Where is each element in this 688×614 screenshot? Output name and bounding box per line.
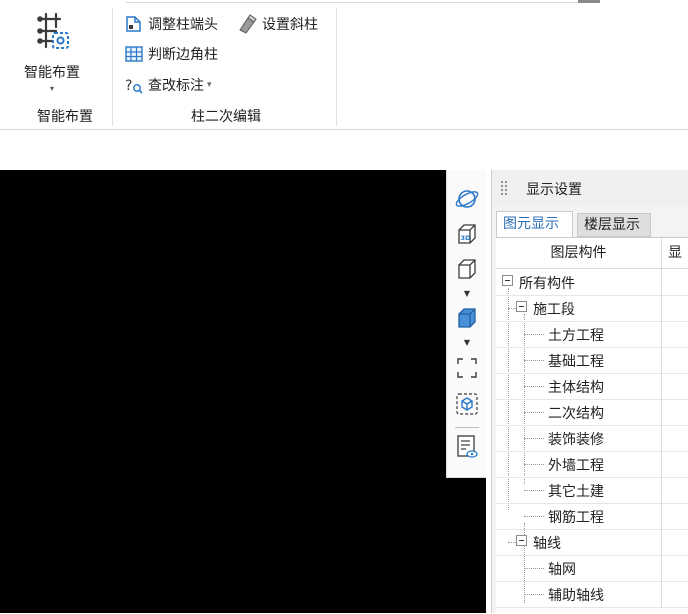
tree-row-label: 施工段 (533, 302, 575, 318)
isometric-icon (456, 393, 478, 415)
tree-connector (508, 308, 516, 309)
set-inclined-column-label: 设置斜柱 (262, 17, 318, 33)
3d-view-button[interactable]: 3D (447, 219, 487, 249)
column-header-layer: 图层构件 (496, 238, 662, 268)
tree-row[interactable]: 辅助轴线 (496, 581, 688, 608)
tree-row[interactable]: 施工段 (496, 295, 688, 322)
display-settings-panel: 显示设置 图元显示 楼层显示 图层构件 显 所有构件 施工段 土方工程 基础工程… (491, 170, 688, 614)
check-annotation-label: 查改标注 (148, 78, 204, 94)
set-inclined-column-button[interactable]: 设置斜柱 (236, 13, 318, 35)
table-header: 图层构件 显 (496, 238, 688, 269)
check-annotation-button[interactable]: ? 查改标注 ▾ (124, 74, 212, 96)
tree-row[interactable]: 其它土建 (496, 477, 688, 504)
adjust-column-end-button[interactable]: 调整柱端头 (124, 13, 218, 35)
tree-row[interactable]: 土方工程 (496, 321, 688, 348)
smart-layout-icon (37, 12, 69, 49)
orbit-button[interactable] (447, 184, 487, 214)
panel-title: 显示设置 (526, 182, 582, 198)
tree-connector (508, 542, 516, 543)
drag-grip-icon[interactable] (500, 180, 508, 196)
solid-box-button[interactable] (447, 303, 487, 333)
drawing-viewport[interactable] (0, 170, 486, 613)
tree-connector (524, 490, 544, 491)
smart-layout-label: 智能布置 (24, 65, 80, 81)
group-separator (336, 8, 337, 126)
collapse-toggle-icon[interactable] (516, 301, 527, 312)
panel-header: 显示设置 (492, 170, 688, 206)
judge-corner-column-button[interactable]: 判断边角柱 (124, 43, 218, 65)
box-view-dropdown-icon[interactable]: ▼ (447, 289, 487, 299)
view-toolbar: 3D ▼ ▼ (446, 170, 486, 478)
tree-connector (524, 386, 544, 387)
judge-corner-column-label: 判断边角柱 (148, 47, 218, 63)
collapse-toggle-icon[interactable] (516, 535, 527, 546)
smart-layout-dropdown-arrow[interactable]: ▾ (50, 84, 54, 93)
tree-row-label: 装饰装修 (548, 432, 604, 448)
tree-connector (524, 438, 544, 439)
tree-connector (524, 594, 544, 595)
box-view-button[interactable] (447, 254, 487, 284)
tree-row-label: 轴线 (533, 536, 561, 552)
tree-connector (524, 568, 544, 569)
column-header-display: 显 (668, 245, 682, 261)
column-edit-group-label: 柱二次编辑 (191, 109, 261, 125)
toolbar-separator (455, 427, 479, 428)
smart-layout-group-label: 智能布置 (37, 109, 93, 125)
adjust-column-end-label: 调整柱端头 (148, 17, 218, 33)
box-view-icon (458, 259, 476, 279)
orbit-icon (455, 190, 479, 208)
smart-layout-button[interactable]: 智能布置 ▾ (14, 8, 96, 98)
svg-text:?: ? (125, 78, 132, 94)
tree-connector (524, 334, 544, 335)
tree-row-label: 基础工程 (548, 354, 604, 370)
tree-row-label: 钢筋工程 (548, 510, 604, 526)
tree-row-label: 其它土建 (548, 484, 604, 500)
inclined-column-icon (239, 14, 257, 34)
ribbon: 智能布置 ▾ 智能布置 调整柱端头 设置斜柱 判断边角柱 ? 查改标注 ▾ 柱二… (0, 0, 688, 128)
tree-row[interactable]: 钢筋工程 (496, 503, 688, 530)
top-input-edge (126, 0, 578, 3)
tree-connector (524, 464, 544, 465)
solid-box-icon (458, 308, 476, 328)
full-screen-icon (457, 358, 477, 378)
layer-tree-table: 图层构件 显 所有构件 施工段 土方工程 基础工程 主体结构 二次结构 装饰装修… (496, 237, 688, 614)
tab-floor-display[interactable]: 楼层显示 (577, 213, 651, 237)
tree-connector (524, 412, 544, 413)
tree-row-label: 二次结构 (548, 406, 604, 422)
ribbon-divider (0, 129, 688, 130)
tree-row-label: 轴网 (548, 562, 576, 578)
tree-row-label: 土方工程 (548, 328, 604, 344)
tree-row-label: 辅助轴线 (548, 588, 604, 604)
3d-view-icon: 3D (458, 224, 476, 244)
isometric-button[interactable] (447, 389, 487, 419)
tree-connector (524, 516, 544, 517)
tree-row-label: 主体结构 (548, 380, 604, 396)
tree-row[interactable]: 外墙工程 (496, 451, 688, 478)
svg-text:3D: 3D (461, 234, 472, 242)
tree-connector (524, 360, 544, 361)
top-stub-marker (578, 0, 600, 3)
full-screen-button[interactable] (447, 353, 487, 383)
tab-element-display[interactable]: 图元显示 (496, 211, 573, 237)
tree-row[interactable]: 二次结构 (496, 399, 688, 426)
check-annotation-dropdown-icon[interactable]: ▾ (207, 80, 212, 90)
tree-row-label: 外墙工程 (548, 458, 604, 474)
grid-table-icon (125, 46, 143, 62)
collapse-toggle-icon[interactable] (502, 275, 513, 286)
tree-row[interactable]: 主体结构 (496, 373, 688, 400)
tree-row[interactable]: 基础工程 (496, 347, 688, 374)
tree-row[interactable]: 装饰装修 (496, 425, 688, 452)
display-settings-toggle-button[interactable] (447, 432, 487, 462)
group-separator (112, 8, 113, 126)
display-settings-icon (457, 435, 478, 458)
tree-row[interactable]: 所有构件 (496, 269, 688, 296)
tree-row[interactable]: 轴网 (496, 555, 688, 582)
solid-box-dropdown-icon[interactable]: ▼ (447, 338, 487, 348)
tree-row[interactable]: 轴线 (496, 529, 688, 556)
annotation-search-icon: ? (125, 78, 143, 94)
adjust-column-end-icon (126, 16, 141, 32)
tree-row-label: 所有构件 (519, 276, 575, 292)
